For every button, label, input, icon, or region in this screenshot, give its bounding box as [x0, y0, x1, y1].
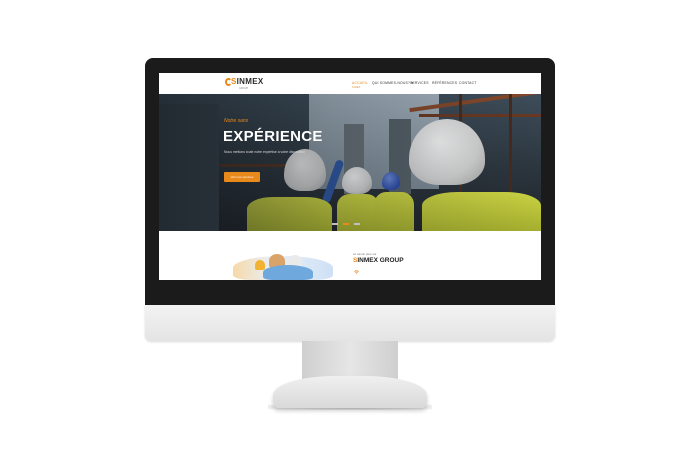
logo-text: SINMEX [231, 77, 264, 86]
nav-item-services[interactable]: SERVICES [410, 81, 429, 85]
hero-subtitle: Nous mettons toute notre expertise à vot… [224, 150, 306, 154]
nav-item-references[interactable]: RÉFÉRENCES [432, 81, 457, 85]
slider-dot[interactable] [354, 223, 360, 225]
team-photo [233, 252, 333, 280]
slider-dot[interactable] [332, 223, 338, 225]
nav-item-accueil-sub: SINEX [352, 86, 361, 89]
hero-overlay [159, 94, 541, 231]
nav-item-contact[interactable]: CONTACT [459, 81, 477, 85]
nav-item-accueil[interactable]: ACCUEIL SINEX [352, 81, 368, 89]
diamond-icon [354, 270, 359, 274]
about-kicker: en savoir plus sur [353, 252, 377, 256]
slider-dot-active[interactable] [343, 223, 349, 225]
monitor-stand-base [273, 376, 427, 408]
monitor-screen: SINMEX GROUP ACCUEIL SINEX QUI SOMMES-NO… [159, 73, 541, 280]
logo-subtitle: GROUP [239, 87, 249, 90]
person-body [263, 265, 313, 280]
hero-kicker: Notre sans [224, 118, 249, 124]
about-section: en savoir plus sur SINMEX GROUP [159, 231, 541, 280]
nav-item-qui-sommes-nous[interactable]: QUI SOMMES-NOUS? ▾ [372, 81, 413, 85]
monitor-stand-neck [302, 341, 398, 379]
hero-title: EXPÉRIENCE [223, 128, 323, 145]
hero-slider: Notre sans EXPÉRIENCE Nous mettons toute… [159, 94, 541, 231]
services-button[interactable]: Voir nos services [224, 172, 260, 182]
about-title: SINMEX GROUP [353, 257, 404, 264]
monitor-chin [145, 305, 555, 341]
person-helmet [255, 260, 265, 270]
top-navigation: SINMEX GROUP ACCUEIL SINEX QUI SOMMES-NO… [159, 73, 541, 94]
